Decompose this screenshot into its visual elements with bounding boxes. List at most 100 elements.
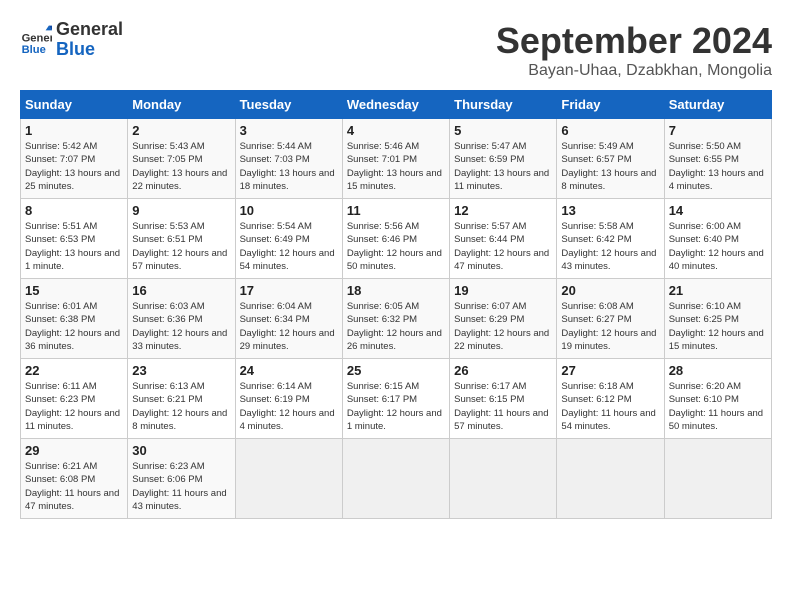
calendar-cell: 22 Sunrise: 6:11 AMSunset: 6:23 PMDayligh… (21, 359, 128, 439)
day-number: 10 (240, 203, 338, 218)
day-number: 12 (454, 203, 552, 218)
calendar-cell: 17Sunrise: 6:04 AMSunset: 6:34 PMDayligh… (235, 279, 342, 359)
calendar-cell: 28 Sunrise: 6:20 AMSunset: 6:10 PMDayligh… (664, 359, 771, 439)
day-number: 6 (561, 123, 659, 138)
day-info: Sunrise: 6:07 AMSunset: 6:29 PMDaylight:… (454, 300, 552, 353)
svg-text:Blue: Blue (22, 44, 46, 56)
day-number: 17 (240, 283, 338, 298)
calendar-cell (664, 439, 771, 519)
day-info: Sunrise: 6:17 AMSunset: 6:15 PMDaylight:… (454, 380, 552, 433)
day-info: Sunrise: 5:54 AMSunset: 6:49 PMDaylight:… (240, 220, 338, 273)
calendar-cell: 24Sunrise: 6:14 AMSunset: 6:19 PMDayligh… (235, 359, 342, 439)
calendar-table: SundayMondayTuesdayWednesdayThursdayFrid… (20, 90, 772, 519)
calendar-cell: 25 Sunrise: 6:15 AMSunset: 6:17 PMDayligh… (342, 359, 449, 439)
day-number: 11 (347, 203, 445, 218)
calendar-cell: 26 Sunrise: 6:17 AMSunset: 6:15 PMDayligh… (450, 359, 557, 439)
day-number: 16 (132, 283, 230, 298)
calendar-cell: 14 Sunrise: 6:00 AMSunset: 6:40 PMDayligh… (664, 199, 771, 279)
header-wednesday: Wednesday (342, 91, 449, 119)
calendar-cell: 12 Sunrise: 5:57 AMSunset: 6:44 PMDayligh… (450, 199, 557, 279)
logo-blue-text: Blue (56, 40, 123, 60)
day-number: 26 (454, 363, 552, 378)
calendar-cell: 15 Sunrise: 6:01 AMSunset: 6:38 PMDayligh… (21, 279, 128, 359)
week-row-3: 15 Sunrise: 6:01 AMSunset: 6:38 PMDayligh… (21, 279, 772, 359)
calendar-cell: 4 Sunrise: 5:46 AMSunset: 7:01 PMDaylight… (342, 119, 449, 199)
day-number: 3 (240, 123, 338, 138)
week-row-2: 8Sunrise: 5:51 AMSunset: 6:53 PMDaylight… (21, 199, 772, 279)
day-number: 14 (669, 203, 767, 218)
day-info: Sunrise: 6:11 AMSunset: 6:23 PMDaylight:… (25, 380, 123, 433)
day-info: Sunrise: 6:10 AMSunset: 6:25 PMDaylight:… (669, 300, 767, 353)
day-info: Sunrise: 5:53 AMSunset: 6:51 PMDaylight:… (132, 220, 230, 273)
calendar-cell: 21Sunrise: 6:10 AMSunset: 6:25 PMDayligh… (664, 279, 771, 359)
calendar-cell: 29 Sunrise: 6:21 AMSunset: 6:08 PMDayligh… (21, 439, 128, 519)
day-number: 22 (25, 363, 123, 378)
calendar-cell: 30Sunrise: 6:23 AMSunset: 6:06 PMDayligh… (128, 439, 235, 519)
day-number: 23 (132, 363, 230, 378)
calendar-cell: 8Sunrise: 5:51 AMSunset: 6:53 PMDaylight… (21, 199, 128, 279)
month-title: September 2024 (496, 20, 772, 62)
day-number: 29 (25, 443, 123, 458)
day-info: Sunrise: 6:01 AMSunset: 6:38 PMDaylight:… (25, 300, 123, 353)
calendar-cell (342, 439, 449, 519)
day-info: Sunrise: 5:50 AMSunset: 6:55 PMDaylight:… (669, 140, 767, 193)
day-number: 20 (561, 283, 659, 298)
week-row-4: 22 Sunrise: 6:11 AMSunset: 6:23 PMDayligh… (21, 359, 772, 439)
logo: General Blue General Blue (20, 20, 123, 60)
day-number: 15 (25, 283, 123, 298)
title-area: September 2024 Bayan-Uhaa, Dzabkhan, Mon… (496, 20, 772, 80)
day-info: Sunrise: 6:08 AMSunset: 6:27 PMDaylight:… (561, 300, 659, 353)
header-thursday: Thursday (450, 91, 557, 119)
calendar-cell: 13Sunrise: 5:58 AMSunset: 6:42 PMDayligh… (557, 199, 664, 279)
calendar-cell (235, 439, 342, 519)
logo-text: General Blue (56, 20, 123, 60)
day-info: Sunrise: 6:00 AMSunset: 6:40 PMDaylight:… (669, 220, 767, 273)
week-row-5: 29 Sunrise: 6:21 AMSunset: 6:08 PMDayligh… (21, 439, 772, 519)
header-monday: Monday (128, 91, 235, 119)
calendar-cell: 6Sunrise: 5:49 AMSunset: 6:57 PMDaylight… (557, 119, 664, 199)
day-number: 30 (132, 443, 230, 458)
day-number: 27 (561, 363, 659, 378)
header-saturday: Saturday (664, 91, 771, 119)
day-number: 9 (132, 203, 230, 218)
day-info: Sunrise: 5:57 AMSunset: 6:44 PMDaylight:… (454, 220, 552, 273)
day-info: Sunrise: 6:05 AMSunset: 6:32 PMDaylight:… (347, 300, 445, 353)
day-number: 2 (132, 123, 230, 138)
calendar-cell: 10 Sunrise: 5:54 AMSunset: 6:49 PMDayligh… (235, 199, 342, 279)
calendar-header: SundayMondayTuesdayWednesdayThursdayFrid… (21, 91, 772, 119)
calendar-cell: 11 Sunrise: 5:56 AMSunset: 6:46 PMDayligh… (342, 199, 449, 279)
calendar-body: 1Sunrise: 5:42 AMSunset: 7:07 PMDaylight… (21, 119, 772, 519)
day-number: 28 (669, 363, 767, 378)
calendar-cell: 18Sunrise: 6:05 AMSunset: 6:32 PMDayligh… (342, 279, 449, 359)
day-number: 4 (347, 123, 445, 138)
day-number: 8 (25, 203, 123, 218)
day-info: Sunrise: 6:21 AMSunset: 6:08 PMDaylight:… (25, 460, 123, 513)
header-friday: Friday (557, 91, 664, 119)
logo-general-text: General (56, 20, 123, 40)
calendar-cell: 3 Sunrise: 5:44 AMSunset: 7:03 PMDaylight… (235, 119, 342, 199)
day-number: 24 (240, 363, 338, 378)
day-number: 5 (454, 123, 552, 138)
day-info: Sunrise: 6:20 AMSunset: 6:10 PMDaylight:… (669, 380, 767, 433)
calendar-cell: 19 Sunrise: 6:07 AMSunset: 6:29 PMDayligh… (450, 279, 557, 359)
day-info: Sunrise: 6:15 AMSunset: 6:17 PMDaylight:… (347, 380, 445, 433)
calendar-cell: 20 Sunrise: 6:08 AMSunset: 6:27 PMDayligh… (557, 279, 664, 359)
days-of-week-row: SundayMondayTuesdayWednesdayThursdayFrid… (21, 91, 772, 119)
day-info: Sunrise: 5:56 AMSunset: 6:46 PMDaylight:… (347, 220, 445, 273)
calendar-cell: 23Sunrise: 6:13 AMSunset: 6:21 PMDayligh… (128, 359, 235, 439)
logo-icon: General Blue (20, 24, 52, 56)
svg-text:General: General (22, 32, 52, 44)
calendar-cell: 16 Sunrise: 6:03 AMSunset: 6:36 PMDayligh… (128, 279, 235, 359)
calendar-cell (557, 439, 664, 519)
calendar-cell: 1Sunrise: 5:42 AMSunset: 7:07 PMDaylight… (21, 119, 128, 199)
day-number: 19 (454, 283, 552, 298)
day-info: Sunrise: 6:03 AMSunset: 6:36 PMDaylight:… (132, 300, 230, 353)
day-info: Sunrise: 5:46 AMSunset: 7:01 PMDaylight:… (347, 140, 445, 193)
week-row-1: 1Sunrise: 5:42 AMSunset: 7:07 PMDaylight… (21, 119, 772, 199)
day-number: 25 (347, 363, 445, 378)
calendar-cell: 2Sunrise: 5:43 AMSunset: 7:05 PMDaylight… (128, 119, 235, 199)
calendar-cell: 5Sunrise: 5:47 AMSunset: 6:59 PMDaylight… (450, 119, 557, 199)
day-info: Sunrise: 5:44 AMSunset: 7:03 PMDaylight:… (240, 140, 338, 193)
header-sunday: Sunday (21, 91, 128, 119)
day-info: Sunrise: 6:18 AMSunset: 6:12 PMDaylight:… (561, 380, 659, 433)
